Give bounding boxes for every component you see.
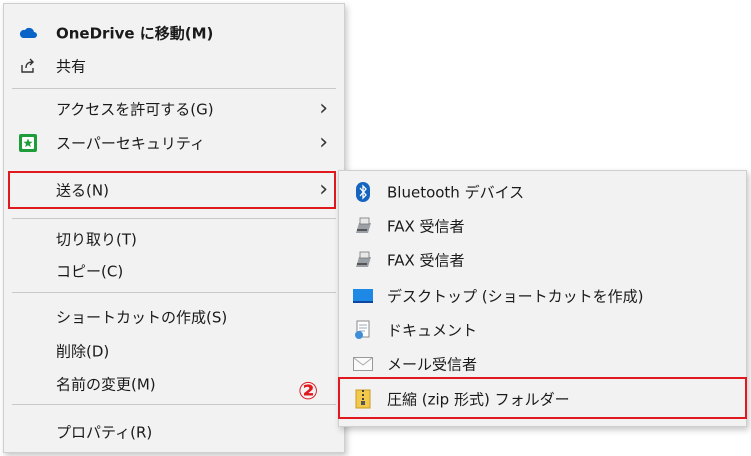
send-to-highlight xyxy=(8,171,336,209)
fax-icon xyxy=(353,250,373,270)
menu-item-cut-label: 切り取り(T) xyxy=(56,230,137,248)
separator xyxy=(12,218,336,219)
submenu-item-mail-label: メール受信者 xyxy=(387,355,478,373)
submenu-item-fax-1[interactable]: FAX 受信者 xyxy=(339,209,746,242)
submenu-item-fax-2-label: FAX 受信者 xyxy=(387,251,465,269)
chevron-right-icon: › xyxy=(319,95,328,121)
submenu-item-bluetooth-label: Bluetooth デバイス xyxy=(387,183,525,201)
menu-item-share[interactable]: 共有 xyxy=(4,49,344,82)
cloud-icon xyxy=(18,23,38,43)
menu-item-delete[interactable]: 削除(D) xyxy=(4,334,344,367)
chevron-right-icon: › xyxy=(319,129,328,155)
menu-item-copy-label: コピー(C) xyxy=(56,262,124,280)
menu-item-copy[interactable]: コピー(C) xyxy=(4,254,344,287)
submenu-item-fax-2[interactable]: FAX 受信者 xyxy=(339,243,746,276)
menu-item-cut[interactable]: 切り取り(T) xyxy=(4,222,344,255)
fax-icon xyxy=(353,216,373,236)
share-icon xyxy=(18,56,38,76)
menu-item-create-shortcut-label: ショートカットの作成(S) xyxy=(56,308,228,326)
bluetooth-icon xyxy=(353,181,373,202)
separator xyxy=(12,88,336,89)
submenu-item-bluetooth[interactable]: Bluetooth デバイス xyxy=(339,175,746,208)
security-icon xyxy=(18,133,38,153)
submenu-item-fax-1-label: FAX 受信者 xyxy=(387,217,465,235)
document-icon xyxy=(353,320,373,340)
context-menu: OneDrive に移動(M) 共有 アクセスを許可する(G) › スーパーセキ… xyxy=(3,3,345,453)
menu-item-rename-label: 名前の変更(M) xyxy=(56,375,156,393)
menu-item-properties[interactable]: プロパティ(R) xyxy=(4,415,344,448)
menu-item-onedrive[interactable]: OneDrive に移動(M) xyxy=(4,16,344,49)
menu-item-create-shortcut[interactable]: ショートカットの作成(S) xyxy=(4,300,344,333)
submenu-item-documents-label: ドキュメント xyxy=(387,321,478,339)
menu-item-delete-label: 削除(D) xyxy=(56,342,110,360)
menu-item-give-access-label: アクセスを許可する(G) xyxy=(56,100,214,118)
submenu-item-desktop[interactable]: デスクトップ (ショートカットを作成) xyxy=(339,279,746,312)
submenu-item-documents[interactable]: ドキュメント xyxy=(339,313,746,346)
submenu-item-mail[interactable]: メール受信者 xyxy=(339,347,746,380)
zip-highlight xyxy=(338,377,747,419)
menu-item-give-access[interactable]: アクセスを許可する(G) › xyxy=(4,92,344,125)
submenu-item-desktop-label: デスクトップ (ショートカットを作成) xyxy=(387,287,644,305)
menu-item-share-label: 共有 xyxy=(56,57,87,75)
desktop-icon xyxy=(353,286,373,306)
menu-item-properties-label: プロパティ(R) xyxy=(56,423,153,441)
separator xyxy=(12,404,336,405)
menu-item-onedrive-label: OneDrive に移動(M) xyxy=(56,24,214,42)
separator xyxy=(12,292,336,293)
menu-item-super-security[interactable]: スーパーセキュリティ › xyxy=(4,126,344,159)
menu-item-rename[interactable]: 名前の変更(M) xyxy=(4,367,344,400)
step-number: ② xyxy=(298,377,319,405)
menu-item-super-security-label: スーパーセキュリティ xyxy=(56,134,205,152)
mail-icon xyxy=(353,354,373,374)
